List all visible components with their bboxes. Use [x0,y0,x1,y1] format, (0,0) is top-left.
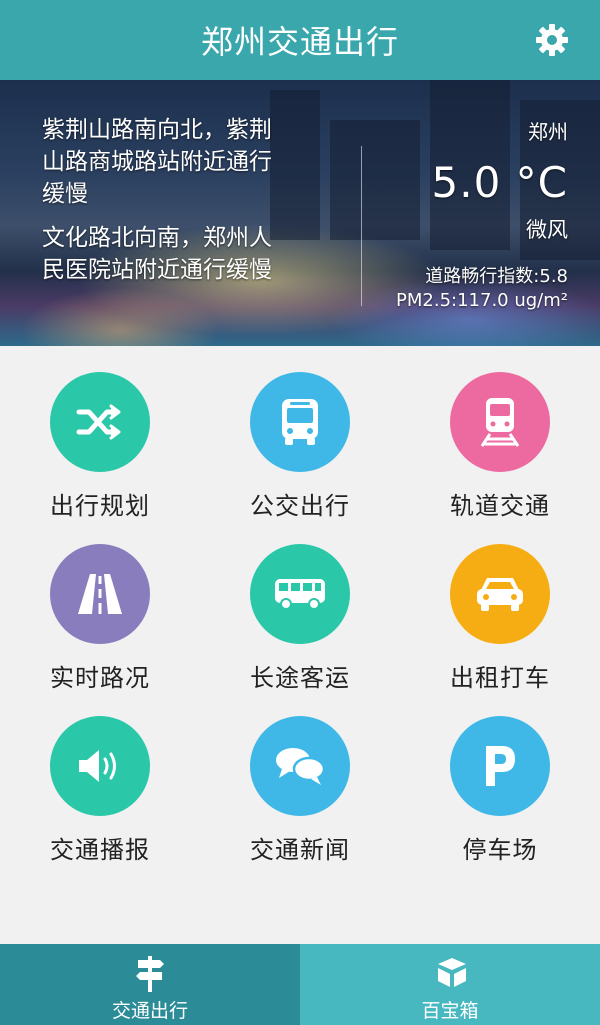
bottom-nav: 交通出行 百宝箱 [0,944,600,1025]
traffic-news-item[interactable]: 紫荆山路南向北，紫荆山路商城路站附近通行缓慢 [42,114,292,210]
tile-rail[interactable]: 轨道交通 [400,346,600,520]
train-icon [450,372,550,472]
banner-divider [361,146,362,306]
pm25-value: PM2.5:117.0 ug/m² [396,290,568,311]
tile-news[interactable]: 交通新闻 [200,690,400,864]
service-grid: 出行规划 公交出行 轨道交通 实时路况 长途客运 出租打车 交通播报 交通新闻 … [0,346,600,944]
tile-label: 出租打车 [450,664,550,692]
coach-bus-icon [250,544,350,644]
bus-front-icon [250,372,350,472]
tile-long-distance[interactable]: 长途客运 [200,518,400,692]
chat-bubbles-icon [250,716,350,816]
tile-traffic[interactable]: 实时路况 [0,518,200,692]
tile-taxi[interactable]: 出租打车 [400,518,600,692]
signpost-icon [134,954,166,992]
tile-label: 停车场 [462,836,538,864]
box-icon [434,954,466,992]
tile-label: 出行规划 [50,492,150,520]
weather-wind: 微风 [526,218,568,242]
building-shape [330,120,420,240]
tile-label: 长途客运 [250,664,350,692]
weather-city: 郑州 [528,120,568,144]
app-title: 郑州交通出行 [200,23,399,61]
gear-icon[interactable] [534,22,570,58]
tab-transport[interactable]: 交通出行 [0,944,300,1025]
tile-label: 实时路况 [50,664,150,692]
tile-label: 交通新闻 [250,836,350,864]
speaker-icon [50,716,150,816]
road-icon [50,544,150,644]
tab-label: 交通出行 [111,1000,188,1022]
tile-bus[interactable]: 公交出行 [200,346,400,520]
tile-label: 轨道交通 [450,492,550,520]
tile-label: 交通播报 [50,836,150,864]
weather-temperature: 5.0 °C [431,158,568,207]
tile-trip-planning[interactable]: 出行规划 [0,346,200,520]
tile-parking[interactable]: 停车场 [400,690,600,864]
taxi-icon [450,544,550,644]
shuffle-icon [50,372,150,472]
parking-icon [450,716,550,816]
tab-toolbox[interactable]: 百宝箱 [300,944,600,1025]
tab-label: 百宝箱 [421,1000,479,1022]
top-bar: 郑州交通出行 [0,0,600,80]
tile-broadcast[interactable]: 交通播报 [0,690,200,864]
road-index: 道路畅行指数:5.8 [425,266,568,287]
tile-label: 公交出行 [250,492,350,520]
traffic-news-item[interactable]: 文化路北向南，郑州人民医院站附近通行缓慢 [42,222,292,286]
